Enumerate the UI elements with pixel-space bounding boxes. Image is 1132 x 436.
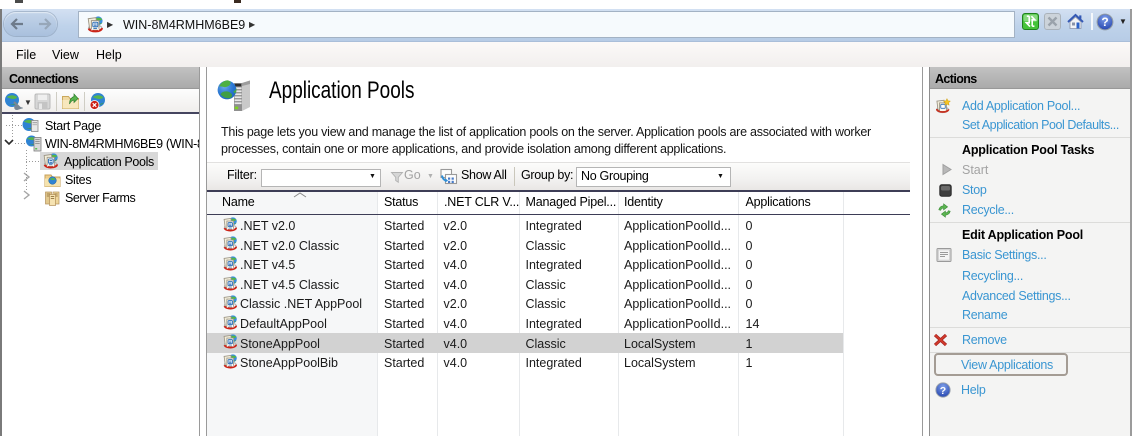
svg-text:?: ? xyxy=(940,385,946,397)
svg-text:?: ? xyxy=(1101,15,1108,29)
